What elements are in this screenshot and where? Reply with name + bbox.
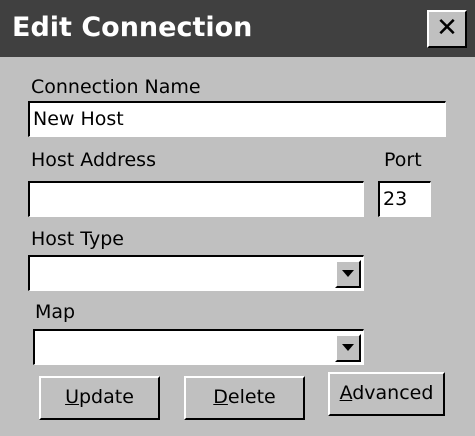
close-icon: ✕ [436, 13, 458, 43]
update-button[interactable]: Update [39, 376, 160, 420]
host-type-select[interactable] [28, 255, 364, 291]
host-type-label: Host Type [31, 228, 124, 250]
map-select[interactable] [33, 329, 364, 365]
map-label: Map [35, 301, 76, 323]
delete-button[interactable]: Delete [184, 376, 305, 420]
port-field[interactable]: 23 [378, 181, 431, 217]
advanced-label: dvanced [352, 382, 434, 404]
update-accel: U [65, 386, 79, 408]
advanced-accel: A [339, 382, 353, 404]
chevron-down-icon[interactable] [335, 260, 361, 288]
update-label: pdate [79, 386, 134, 408]
chevron-down-icon[interactable] [335, 334, 361, 362]
close-button[interactable]: ✕ [427, 10, 467, 48]
host-address-field[interactable] [28, 181, 364, 217]
edit-connection-dialog: Edit Connection ✕ Connection Name New Ho… [0, 0, 475, 436]
connection-name-field[interactable]: New Host [28, 101, 446, 137]
delete-accel: D [213, 386, 228, 408]
dialog-title: Edit Connection [12, 12, 253, 43]
host-address-label: Host Address [31, 149, 156, 171]
title-bar: Edit Connection ✕ [0, 0, 475, 57]
delete-label: elete [227, 386, 276, 408]
port-label: Port [384, 149, 422, 171]
connection-name-label: Connection Name [31, 76, 201, 98]
advanced-button[interactable]: Advanced [328, 372, 445, 416]
